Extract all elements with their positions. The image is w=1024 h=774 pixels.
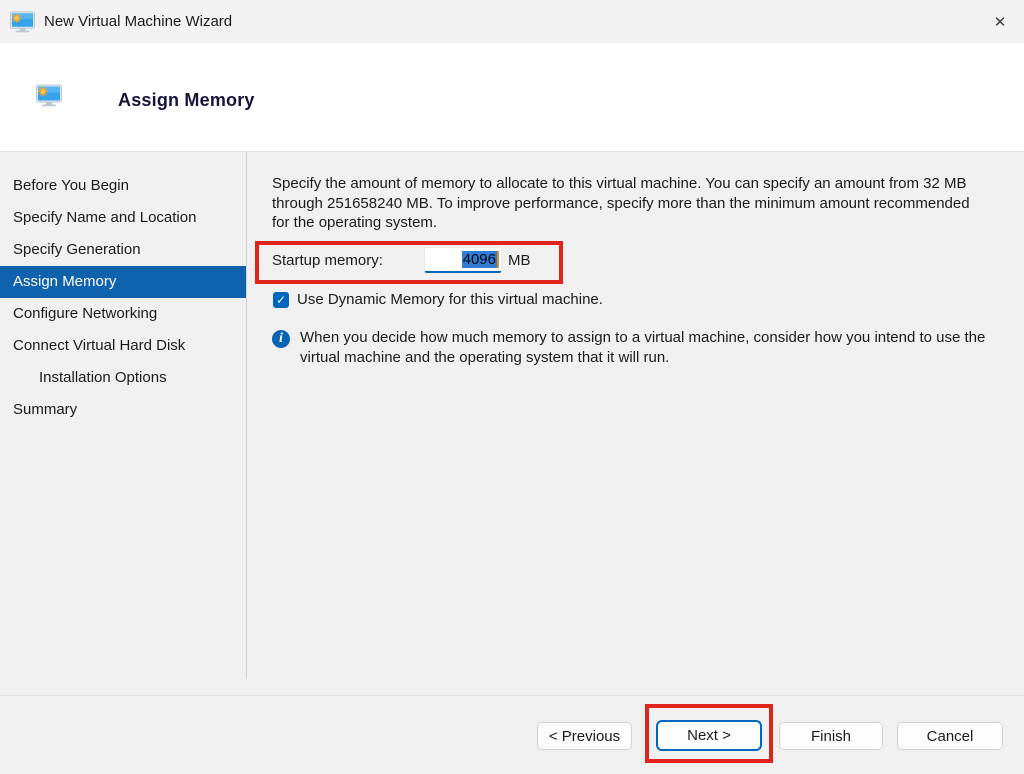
window-title: New Virtual Machine Wizard bbox=[44, 13, 232, 30]
info-note-row: i When you decide how much memory to ass… bbox=[272, 328, 992, 367]
sidebar-item-specify-name-and-location[interactable]: Specify Name and Location bbox=[0, 202, 246, 234]
cancel-button[interactable]: Cancel bbox=[897, 722, 1003, 750]
close-icon[interactable]: ✕ bbox=[978, 0, 1022, 43]
next-button[interactable]: Next > bbox=[656, 720, 762, 751]
startup-memory-input[interactable]: 4096 bbox=[424, 247, 502, 273]
startup-memory-label: Startup memory: bbox=[272, 252, 383, 269]
title-bar: New Virtual Machine Wizard ✕ bbox=[0, 0, 1024, 43]
info-note-text: When you decide how much memory to assig… bbox=[300, 328, 992, 367]
wizard-steps-sidebar: Before You Begin Specify Name and Locati… bbox=[0, 152, 247, 679]
vm-monitor-icon bbox=[36, 84, 62, 107]
memory-unit-label: MB bbox=[508, 252, 531, 269]
info-icon: i bbox=[272, 330, 290, 348]
dynamic-memory-checkbox[interactable]: ✓ bbox=[273, 292, 289, 308]
memory-instructions-text: Specify the amount of memory to allocate… bbox=[272, 174, 986, 233]
finish-button[interactable]: Finish bbox=[779, 722, 883, 750]
startup-memory-selected-value: 4096 bbox=[462, 251, 497, 268]
previous-button[interactable]: < Previous bbox=[537, 722, 632, 750]
sidebar-item-configure-networking[interactable]: Configure Networking bbox=[0, 298, 246, 330]
sidebar-item-assign-memory[interactable]: Assign Memory bbox=[0, 266, 246, 298]
dynamic-memory-label: Use Dynamic Memory for this virtual mach… bbox=[297, 291, 603, 308]
sidebar-item-before-you-begin[interactable]: Before You Begin bbox=[0, 170, 246, 202]
wizard-content: Specify the amount of memory to allocate… bbox=[272, 152, 1024, 695]
text-caret bbox=[497, 251, 499, 268]
sidebar-item-connect-virtual-hard-disk[interactable]: Connect Virtual Hard Disk bbox=[0, 330, 246, 362]
wizard-footer: < Previous Next > Finish Cancel bbox=[0, 695, 1024, 774]
wizard-header: Assign Memory bbox=[0, 43, 1024, 152]
dynamic-memory-row: ✓ Use Dynamic Memory for this virtual ma… bbox=[273, 291, 603, 308]
sidebar-item-specify-generation[interactable]: Specify Generation bbox=[0, 234, 246, 266]
vm-monitor-icon bbox=[10, 11, 35, 33]
page-title: Assign Memory bbox=[118, 90, 255, 111]
sidebar-item-summary[interactable]: Summary bbox=[0, 394, 246, 426]
sidebar-item-installation-options[interactable]: Installation Options bbox=[0, 362, 246, 394]
